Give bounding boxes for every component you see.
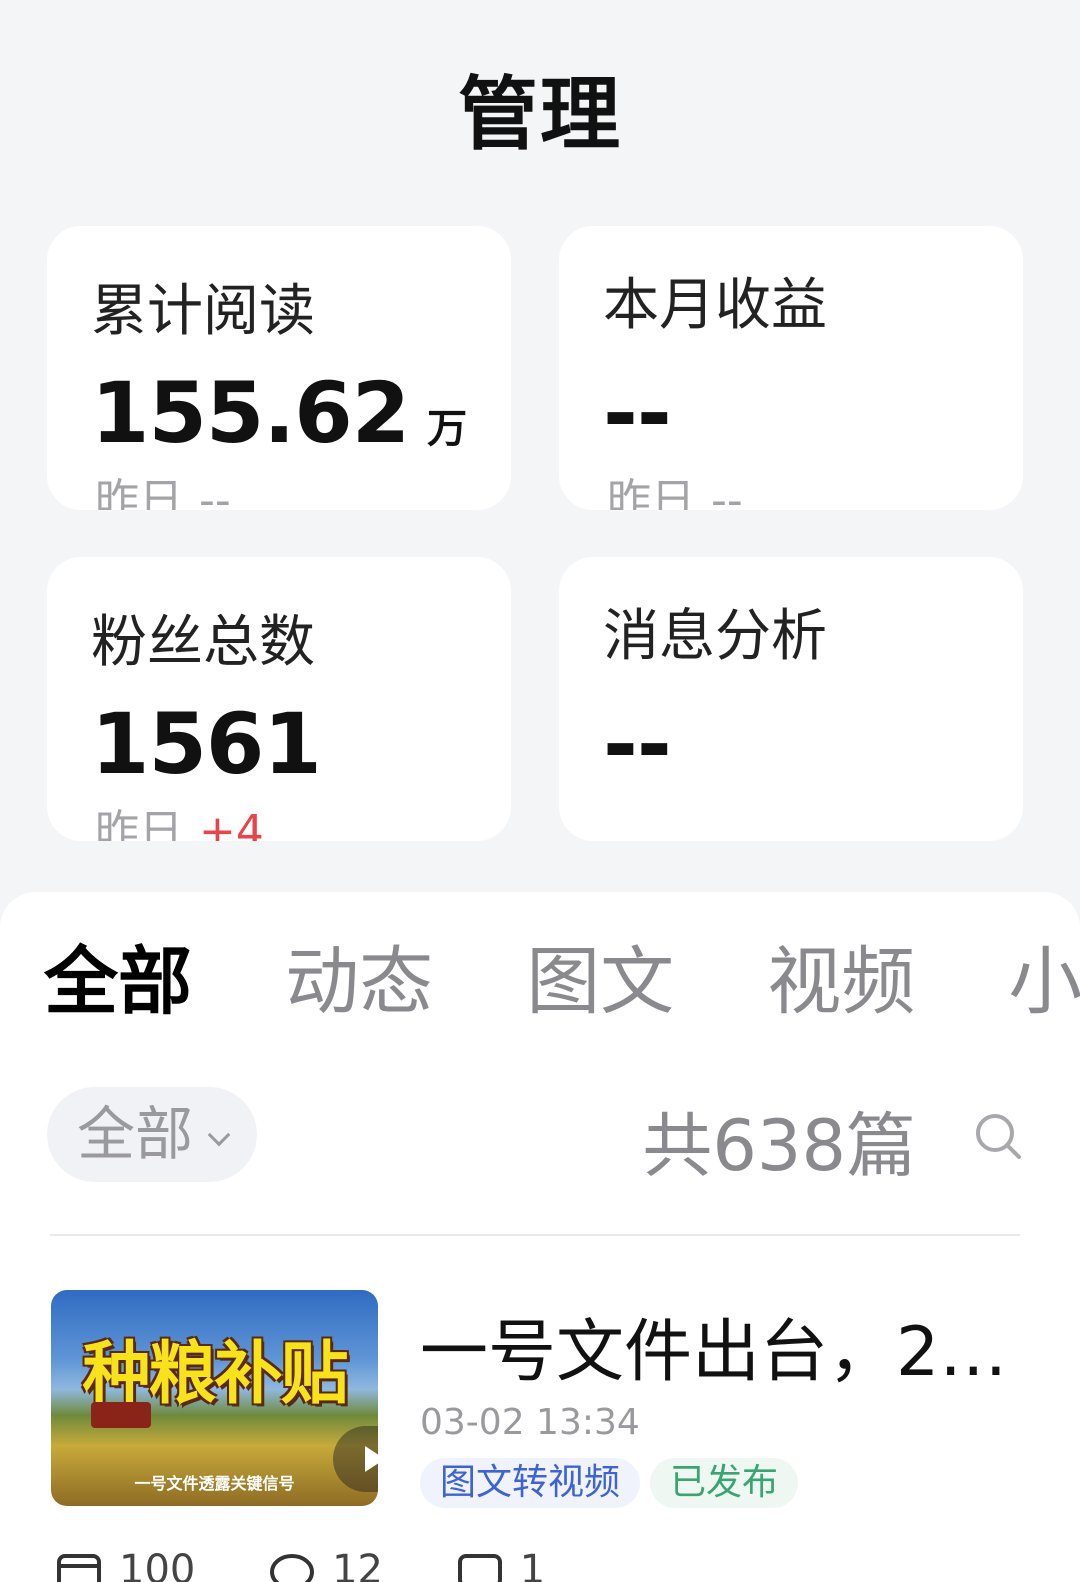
tab-articles[interactable]: 图文	[526, 922, 674, 1029]
content-panel: 全部 动态 图文 视频 小视频 全部 共638篇 种粮补贴 一号文件透露关键信号…	[0, 892, 1080, 1582]
card-value: --	[603, 364, 672, 462]
article-date: 03-02 13:34	[420, 1402, 640, 1443]
total-fans-card[interactable]: 粉丝总数 1561 昨日 +4	[47, 557, 511, 841]
divider	[50, 1234, 1020, 1236]
article-thumbnail[interactable]: 种粮补贴 一号文件透露关键信号	[51, 1290, 378, 1506]
thumbnail-caption: 一号文件透露关键信号	[134, 1474, 295, 1493]
chevron-down-icon	[207, 1123, 231, 1147]
page-title: 管理	[458, 68, 622, 161]
message-icon	[457, 1554, 502, 1582]
card-sub: 昨日 --	[607, 475, 743, 510]
filter-dropdown[interactable]: 全部	[47, 1087, 257, 1182]
stat-shares: 1	[456, 1547, 545, 1582]
tab-all[interactable]: 全部	[44, 922, 192, 1029]
tab-videos[interactable]: 视频	[767, 922, 915, 1029]
filter-label: 全部	[77, 1100, 194, 1168]
card-sub: 昨日 +4	[95, 806, 264, 841]
message-analysis-card[interactable]: 消息分析 --	[559, 557, 1023, 841]
page: 管理 累计阅读 155.62 万 昨日 -- 本月收益 -- 昨日 -- 粉丝总数 1…	[0, 0, 1080, 1582]
reads-icon	[57, 1554, 101, 1582]
monthly-income-card[interactable]: 本月收益 -- 昨日 --	[559, 226, 1023, 510]
card-title: 粉丝总数	[91, 610, 315, 675]
card-value: 155.62 万	[91, 364, 467, 462]
search-icon[interactable]	[973, 1111, 1023, 1161]
stat-reads: 100	[55, 1547, 195, 1582]
total-reads-card[interactable]: 累计阅读 155.62 万 昨日 --	[47, 226, 511, 510]
article-stats: 100 12 1	[55, 1547, 605, 1582]
article-type-badge: 图文转视频	[420, 1458, 641, 1508]
tab-short-videos[interactable]: 小视频	[1008, 922, 1080, 1029]
tractor-image	[91, 1402, 151, 1428]
card-unit: 万	[427, 406, 467, 452]
article-title[interactable]: 一号文件出台，2…	[420, 1296, 1020, 1395]
card-title: 消息分析	[603, 604, 827, 669]
status-badge: 已发布	[650, 1458, 799, 1508]
tab-updates[interactable]: 动态	[285, 922, 433, 1029]
stat-comments: 12	[268, 1547, 383, 1582]
card-sub: 昨日 --	[95, 475, 231, 510]
card-title: 本月收益	[603, 273, 827, 338]
comment-icon	[270, 1554, 315, 1582]
card-value: --	[603, 695, 672, 793]
card-value: 1561	[91, 695, 322, 793]
article-count: 共638篇	[642, 1105, 916, 1187]
card-title: 累计阅读	[91, 279, 315, 344]
content-tabs: 全部 动态 图文 视频 小视频	[44, 922, 1080, 1029]
